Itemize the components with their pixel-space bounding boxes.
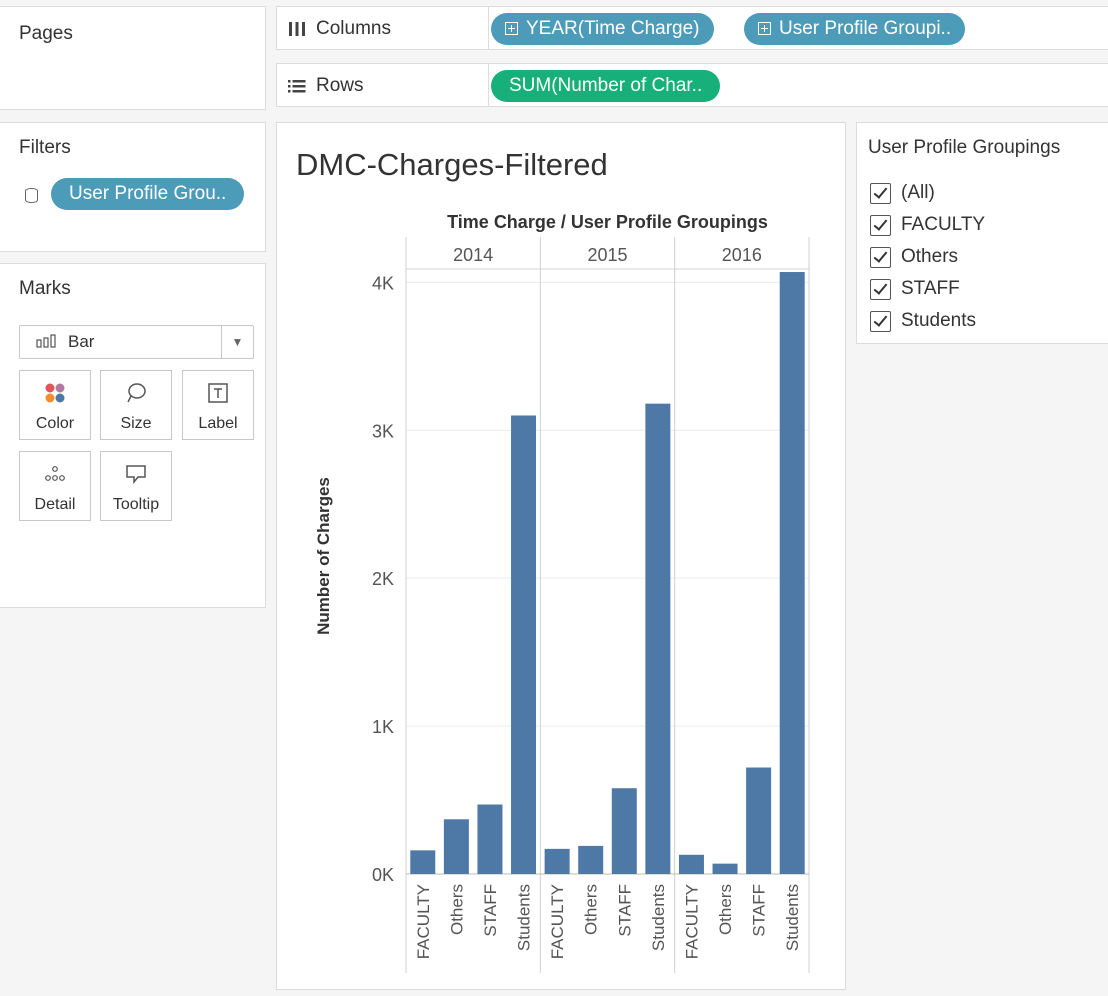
x-tick-label: Students [649, 884, 668, 951]
x-tick-label: Others [716, 884, 735, 935]
y-tick-label: 0K [372, 865, 394, 885]
group-header-label: 2014 [453, 245, 493, 265]
x-tick-label: STAFF [750, 884, 769, 937]
rows-shelf[interactable]: Rows SUM(Number of Char.. [276, 63, 1108, 107]
bar-chart: Time Charge / User Profile Groupings 0K 1K… [314, 212, 810, 973]
filter-option-staff[interactable]: STAFF [870, 276, 960, 302]
x-tick-label: FACULTY [548, 884, 567, 959]
group-header-label: 2016 [722, 245, 762, 265]
rows-label: Rows [288, 75, 364, 97]
filter-option-label: STAFF [901, 278, 960, 299]
y-tick-label: 1K [372, 717, 394, 737]
y-tick-label: 4K [372, 273, 394, 293]
filter-pill-label: User Profile Grou.. [69, 183, 227, 204]
y-axis-label: Number of Charges [314, 477, 333, 635]
filters-shelf[interactable]: Filters User Profile Grou.. [0, 122, 266, 252]
marks-detail-label: Detail [34, 496, 76, 513]
filter-option-label: (All) [901, 182, 935, 203]
marks-label-label: Label [198, 415, 238, 432]
filter-option-all[interactable]: (All) [870, 180, 935, 206]
filter-option-students[interactable]: Students [870, 308, 976, 334]
checkbox-checked-icon[interactable] [870, 278, 891, 300]
x-tick-label: FACULTY [414, 884, 433, 959]
bar-2016-students [779, 272, 805, 874]
color-dots-icon [20, 381, 90, 405]
bar-2014-staff [477, 804, 503, 874]
filter-pill-user-profile[interactable]: User Profile Grou.. [51, 178, 245, 210]
pages-title: Pages [19, 23, 73, 44]
detail-dots-icon [20, 462, 90, 486]
x-tick-label: Others [582, 884, 601, 935]
filter-option-label: FACULTY [901, 214, 986, 235]
x-tick-label: STAFF [481, 884, 500, 937]
x-tick-label: Students [783, 884, 802, 951]
shelf-divider [488, 64, 489, 106]
rows-pill-sum[interactable]: SUM(Number of Char.. [491, 70, 721, 102]
filter-option-faculty[interactable]: FACULTY [870, 212, 985, 238]
expand-plus-icon [505, 22, 518, 35]
marks-tooltip-label: Tooltip [112, 496, 160, 513]
x-tick-label: STAFF [615, 884, 634, 937]
rows-icon [288, 80, 306, 93]
x-tick-label: Students [515, 884, 534, 951]
marks-card: Marks Bar ▼ Color Size Label Detail Tool… [0, 263, 266, 608]
columns-pill-user-profile[interactable]: User Profile Groupi.. [744, 13, 966, 45]
chart-view: DMC-Charges-Filtered Time Charge / User … [276, 122, 846, 990]
marks-size-button[interactable]: Size [100, 370, 172, 440]
marks-detail-button[interactable]: Detail [19, 451, 91, 521]
expand-plus-icon [758, 22, 771, 35]
bar-2015-students [645, 403, 671, 874]
size-lasso-icon [101, 381, 171, 405]
bar-2016-faculty [678, 854, 704, 874]
marks-label-button[interactable]: Label [182, 370, 254, 440]
marks-size-label: Size [120, 415, 152, 432]
columns-label-text: Columns [316, 18, 391, 39]
columns-pill-user-profile-label: User Profile Groupi.. [779, 18, 952, 39]
chart-header-title: Time Charge / User Profile Groupings [447, 212, 768, 232]
chevron-down-icon: ▼ [221, 326, 253, 358]
checkbox-checked-icon[interactable] [870, 182, 891, 204]
bar-2015-faculty [544, 848, 570, 874]
mark-type-label: Bar [68, 332, 95, 351]
bar-2016-staff [746, 767, 772, 874]
pages-shelf[interactable]: Pages [0, 6, 266, 110]
bar-2014-others [443, 819, 469, 874]
filter-option-label: Students [901, 310, 976, 331]
bar-2014-students [511, 415, 537, 874]
bar-chart-icon [36, 334, 56, 348]
checkbox-checked-icon[interactable] [870, 214, 891, 236]
bar-2015-staff [611, 788, 637, 874]
checkbox-checked-icon[interactable] [870, 310, 891, 332]
x-tick-label: FACULTY [682, 884, 701, 959]
shelf-divider [488, 7, 489, 49]
columns-label: Columns [288, 18, 391, 40]
database-icon [25, 188, 38, 203]
rows-pill-sum-label: SUM(Number of Char.. [509, 75, 703, 96]
columns-pill-year[interactable]: YEAR(Time Charge) [491, 13, 714, 45]
group-header-label: 2015 [587, 245, 627, 265]
marks-tooltip-button[interactable]: Tooltip [100, 451, 172, 521]
checkbox-checked-icon[interactable] [870, 246, 891, 268]
rows-label-text: Rows [316, 75, 364, 96]
filter-card-title: User Profile Groupings [868, 137, 1061, 158]
filter-option-others[interactable]: Others [870, 244, 958, 270]
mark-type-dropdown[interactable]: Bar ▼ [19, 325, 254, 359]
bar-2014-faculty [410, 850, 436, 874]
bar-2016-others [712, 863, 738, 874]
y-tick-label: 3K [372, 421, 394, 441]
tooltip-bubble-icon [101, 462, 171, 486]
filter-option-label: Others [901, 246, 959, 267]
user-profile-filter-card: User Profile Groupings (All) FACULTY Oth… [856, 122, 1108, 344]
x-tick-label: Others [447, 884, 466, 935]
marks-title: Marks [19, 278, 71, 299]
label-text-icon [183, 381, 253, 405]
columns-pill-year-label: YEAR(Time Charge) [526, 18, 700, 39]
bar-2015-others [578, 845, 604, 874]
filters-title: Filters [19, 137, 71, 158]
y-tick-label: 2K [372, 569, 394, 589]
columns-icon [289, 22, 305, 36]
marks-color-button[interactable]: Color [19, 370, 91, 440]
columns-shelf[interactable]: Columns YEAR(Time Charge) User Profile G… [276, 6, 1108, 50]
marks-color-label: Color [35, 415, 75, 432]
